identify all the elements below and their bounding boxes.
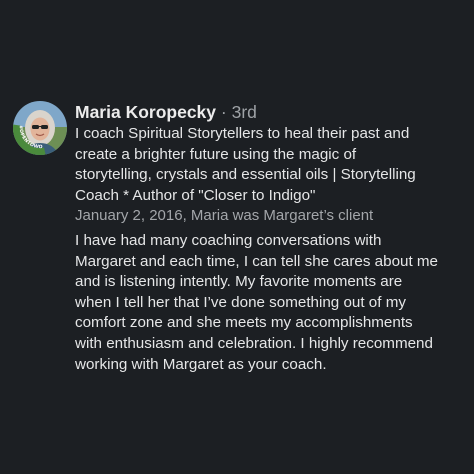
recommendation-text: I have had many coaching conversations w… — [75, 231, 467, 375]
recommendation-line: I have had many coaching conversations w… — [75, 232, 382, 249]
author-name-line: Maria Koropecky · 3rd — [75, 101, 467, 123]
headline-line: Coach * Author of "Closer to Indigo" — [75, 186, 316, 204]
connection-separator: · — [220, 102, 227, 122]
recommendation-line: and is listening intently. My favorite m… — [75, 273, 403, 291]
author-header: Maria Koropecky · 3rd I coach Spiritual … — [75, 101, 467, 227]
author-headline: I coach Spiritual Storytellers to heal t… — [75, 124, 467, 206]
recommendation-line: with enthusiasm and celebration. I highl… — [75, 334, 433, 352]
profile-photo-icon: #OPENTOWORK — [13, 101, 67, 155]
recommendation-line: working with Margaret as your coach. — [75, 355, 327, 373]
recommendation-line: when I tell her that I’ve done something… — [75, 293, 406, 311]
author-name[interactable]: Maria Koropecky — [75, 102, 216, 122]
headline-line: create a brighter future using the magic… — [75, 145, 357, 163]
connection-degree: 3rd — [231, 102, 257, 122]
avatar[interactable]: #OPENTOWORK — [13, 101, 67, 155]
recommendation-card: #OPENTOWORK Maria Koropecky · 3rd I coac… — [0, 0, 474, 474]
recommendation-meta: January 2, 2016, Maria was Margaret’s cl… — [75, 207, 374, 224]
recommendation-line: comfort zone and she meets my accomplish… — [75, 314, 413, 332]
headline-line: I coach Spiritual Storytellers to heal t… — [75, 125, 410, 142]
recommendation-line: Margaret and each time, I can tell she c… — [75, 252, 439, 270]
headline-line: storytelling, crystals and essential oil… — [75, 166, 416, 183]
